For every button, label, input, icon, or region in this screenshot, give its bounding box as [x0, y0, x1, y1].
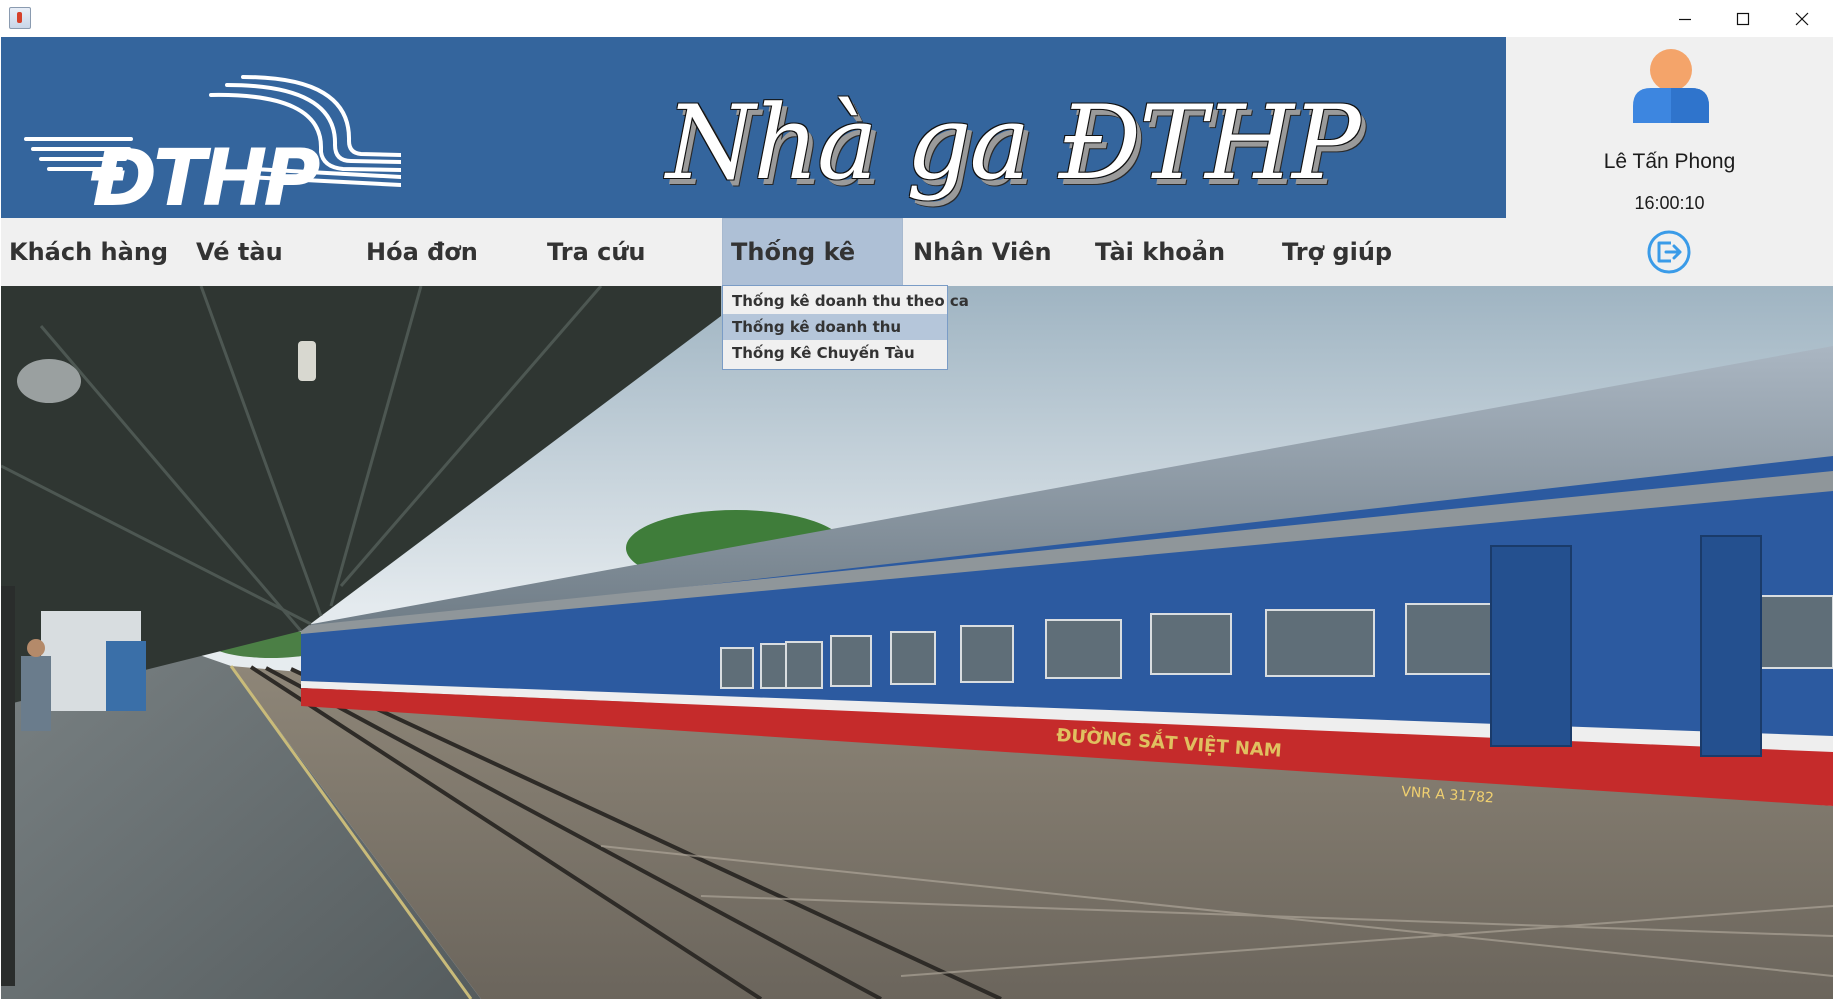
menu-thong-ke[interactable]: Thống kê: [722, 218, 903, 286]
main-menubar: Khách hàng Vé tàu Hóa đơn Tra cứu Thống …: [1, 218, 1833, 286]
java-app-icon[interactable]: [9, 7, 31, 29]
window-titlebar: [0, 0, 1833, 37]
app-title: Nhà ga ĐTHP: [666, 84, 1361, 203]
thong-ke-dropdown: Thống kê doanh thu theo ca Thống kê doan…: [722, 285, 969, 370]
dropdown-item-doanh-thu[interactable]: Thống kê doanh thu: [723, 314, 947, 340]
menu-hoa-don[interactable]: Hóa đơn: [358, 218, 538, 286]
menu-khach-hang[interactable]: Khách hàng: [1, 218, 181, 286]
close-icon[interactable]: [1773, 0, 1831, 37]
logout-icon[interactable]: [1646, 229, 1692, 275]
menu-nhan-vien[interactable]: Nhân Viên: [905, 218, 1085, 286]
logo-text: ĐTHP: [90, 134, 320, 217]
train-station-photo: ĐƯỜNG SẮT VIỆT NAM VNR A 31782: [1, 286, 1833, 999]
dropdown-item-doanh-thu-theo-ca[interactable]: Thống kê doanh thu theo ca: [723, 288, 969, 314]
menu-tro-giup[interactable]: Trợ giúp: [1274, 218, 1454, 286]
user-panel: Lê Tấn Phong 16:00:10: [1506, 37, 1833, 218]
user-avatar-icon[interactable]: [1631, 48, 1711, 123]
menu-ve-tau[interactable]: Vé tàu: [188, 218, 368, 286]
clock-time: 16:00:10: [1634, 193, 1705, 213]
maximize-icon[interactable]: [1714, 0, 1772, 37]
dropdown-item-chuyen-tau[interactable]: Thống Kê Chuyến Tàu: [723, 340, 947, 366]
minimize-icon[interactable]: [1656, 0, 1714, 37]
header-banner: ĐTHP Nhà ga ĐTHP: [1, 37, 1506, 218]
user-name: Lê Tấn Phong: [1603, 150, 1736, 173]
menu-tai-khoan[interactable]: Tài khoản: [1087, 218, 1267, 286]
dthp-logo: ĐTHP: [21, 57, 403, 218]
menu-tra-cuu[interactable]: Tra cứu: [539, 218, 719, 286]
